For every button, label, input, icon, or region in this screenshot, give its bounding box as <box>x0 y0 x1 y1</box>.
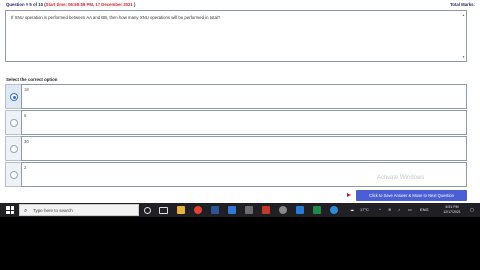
windows-start-icon[interactable] <box>6 206 14 214</box>
start-time: Start time: 06:58:59 PM, 17 December 202… <box>45 2 133 7</box>
temperature: 17°C <box>360 207 369 212</box>
exam-screen: Question # 5 of 10 (Start time: 06:58:59… <box>0 0 480 203</box>
option-answer-box[interactable]: 6 <box>21 110 467 135</box>
option-radio-cell[interactable] <box>5 162 21 187</box>
app-icon[interactable] <box>211 206 219 214</box>
question-box: If XNU operation is performed between AA… <box>5 10 467 62</box>
option-text: 6 <box>24 113 27 118</box>
app-icon[interactable] <box>313 206 321 214</box>
option-radio[interactable] <box>10 119 18 127</box>
save-and-next-button[interactable]: Click to Save Answer & Move to Next Ques… <box>356 190 467 201</box>
clock-date: 12/17/2021 <box>443 210 461 214</box>
option-radio-cell[interactable] <box>5 136 21 161</box>
question-info-suffix: ) <box>132 2 136 7</box>
app-icon[interactable] <box>296 206 304 214</box>
task-view-icon[interactable] <box>159 206 168 214</box>
exam-header: Question # 5 of 10 (Start time: 06:58:59… <box>0 0 480 9</box>
tray-overflow-icon[interactable]: ^ <box>379 203 381 217</box>
chrome-icon[interactable] <box>194 206 202 214</box>
option-text: 30 <box>24 139 29 144</box>
question-number: Question # 5 of 10 ( <box>6 2 46 7</box>
windows-taskbar: ⌕ Type here to search ☁ 17°C ^ ≋ ♪ ▭ ENG… <box>0 203 480 217</box>
option-2[interactable]: 6 <box>5 110 467 135</box>
select-option-label: Select the correct option <box>6 77 58 82</box>
taskbar-search-box[interactable]: ⌕ Type here to search <box>19 204 139 216</box>
app-icon[interactable] <box>262 206 270 214</box>
weather-icon[interactable]: ☁ <box>350 203 354 217</box>
battery-icon[interactable]: ▭ <box>408 203 412 217</box>
scroll-down-arrow-icon[interactable]: ▼ <box>462 55 465 59</box>
option-text: 18 <box>24 87 29 92</box>
question-info: Question # 5 of 10 (Start time: 06:58:59… <box>6 0 135 9</box>
mail-icon[interactable] <box>228 206 236 214</box>
file-explorer-icon[interactable] <box>177 206 185 214</box>
settings-gear-icon[interactable] <box>279 206 287 214</box>
option-radio-cell[interactable] <box>5 84 21 109</box>
cortana-icon[interactable] <box>144 206 151 214</box>
option-answer-box[interactable]: 18 <box>21 84 467 109</box>
option-3[interactable]: 30 <box>5 136 467 161</box>
question-text: If XNU operation is performed between AA… <box>11 15 221 20</box>
total-marks: Total Marks: <box>450 0 475 9</box>
search-placeholder: Type here to search <box>33 208 73 213</box>
option-radio[interactable] <box>10 171 18 179</box>
letterbox-bottom <box>0 217 480 270</box>
play-arrow-icon <box>347 193 351 197</box>
total-marks-label: Total Marks: <box>450 2 475 7</box>
option-radio-cell[interactable] <box>5 110 21 135</box>
option-answer-box[interactable]: 30 <box>21 136 467 161</box>
app-icon[interactable] <box>245 206 253 214</box>
edge-icon[interactable] <box>330 206 338 214</box>
language-indicator[interactable]: ENG <box>420 203 429 217</box>
taskbar-clock[interactable]: 6:51 PM 12/17/2021 <box>437 205 467 215</box>
notification-icon[interactable]: ▢ <box>470 203 474 217</box>
scroll-up-arrow-icon[interactable]: ▲ <box>462 13 465 17</box>
wifi-icon[interactable]: ≋ <box>388 203 391 217</box>
option-text: 2 <box>24 165 27 170</box>
option-radio[interactable] <box>10 145 18 153</box>
search-icon: ⌕ <box>24 208 28 214</box>
volume-icon[interactable]: ♪ <box>398 203 400 217</box>
option-radio-selected[interactable] <box>10 93 18 101</box>
activate-windows-watermark: Activate Windows <box>377 175 425 181</box>
option-1[interactable]: 18 <box>5 84 467 109</box>
